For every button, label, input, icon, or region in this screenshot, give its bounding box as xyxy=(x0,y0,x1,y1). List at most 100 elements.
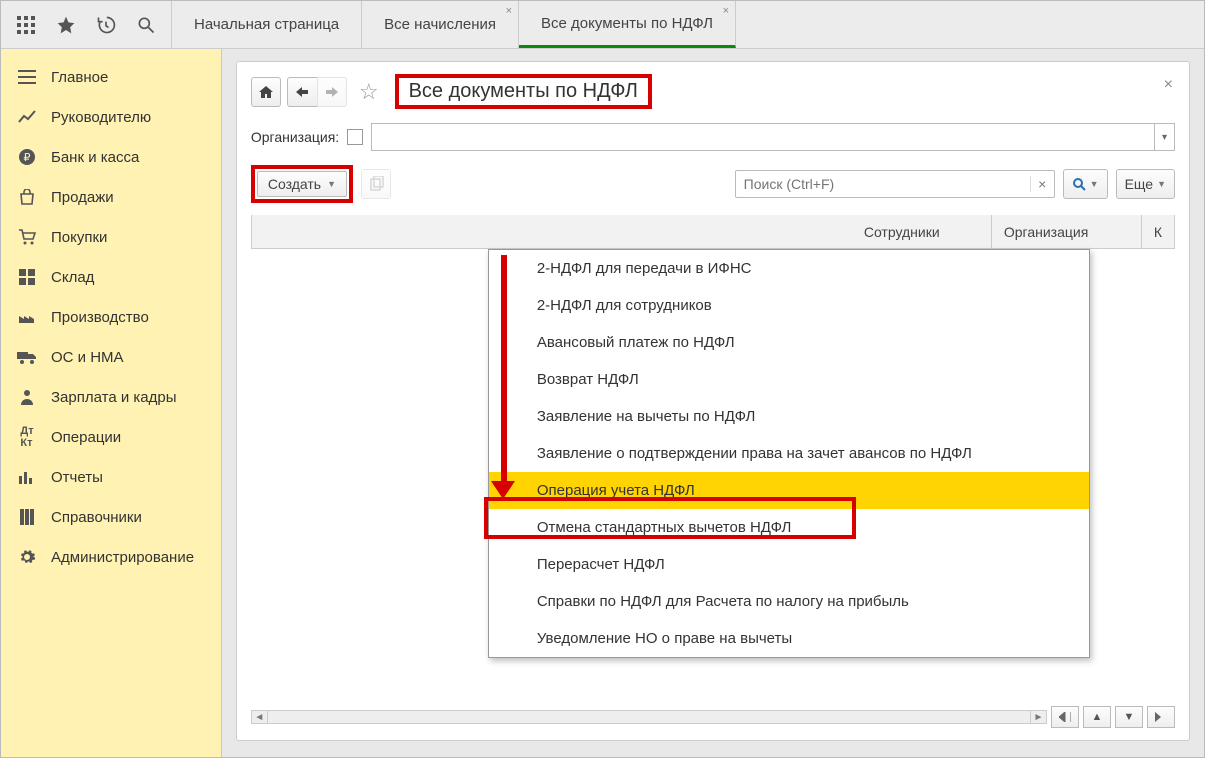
close-icon[interactable]: × xyxy=(723,5,729,17)
clear-icon[interactable]: × xyxy=(1030,176,1054,192)
sidebar-item-main[interactable]: Главное xyxy=(1,57,221,97)
org-row: Организация: ▾ xyxy=(251,123,1175,151)
page-up-button[interactable]: ▲ xyxy=(1083,706,1111,728)
page-last-button[interactable] xyxy=(1147,706,1175,728)
tab-start[interactable]: Начальная страница xyxy=(172,1,362,48)
sidebar-item-label: Справочники xyxy=(51,509,142,526)
sidebar-item-purchases[interactable]: Покупки xyxy=(1,217,221,257)
create-highlight: Создать ▼ xyxy=(251,165,353,203)
annotation-arrow xyxy=(500,255,508,485)
sidebar-item-assets[interactable]: ОС и НМА xyxy=(1,337,221,377)
sidebar-item-catalogs[interactable]: Справочники xyxy=(1,497,221,537)
dd-item-ndfl-certs[interactable]: Справки по НДФЛ для Расчета по налогу на… xyxy=(489,583,1089,620)
home-button[interactable] xyxy=(251,77,281,107)
col-employees[interactable]: Сотрудники xyxy=(852,215,992,248)
close-panel-icon[interactable]: × xyxy=(1164,76,1173,94)
books-icon xyxy=(17,507,37,527)
dd-item-notification[interactable]: Уведомление НО о праве на вычеты xyxy=(489,620,1089,657)
cart-icon xyxy=(17,227,37,247)
nav-group xyxy=(287,77,347,107)
scroll-left-icon[interactable]: ◄ xyxy=(252,711,268,723)
back-button[interactable] xyxy=(287,77,317,107)
tab-accruals-label: Все начисления xyxy=(384,16,496,33)
sidebar-item-label: Отчеты xyxy=(51,469,103,486)
sidebar-item-label: Продажи xyxy=(51,189,114,206)
sidebar-item-label: Главное xyxy=(51,69,108,86)
copy-button[interactable] xyxy=(361,169,391,199)
sidebar: Главное Руководителю ₽ Банк и касса Прод… xyxy=(1,49,222,757)
favorite-icon[interactable]: ☆ xyxy=(359,79,379,105)
sidebar-item-label: Администрирование xyxy=(51,549,194,566)
tab-accruals[interactable]: Все начисления × xyxy=(362,1,519,48)
menu-icon xyxy=(17,67,37,87)
tab-all-docs[interactable]: Все документы по НДФЛ × xyxy=(519,1,736,48)
ruble-icon: ₽ xyxy=(17,147,37,167)
org-checkbox[interactable] xyxy=(347,129,363,145)
dd-item-2ndfl-employees[interactable]: 2-НДФЛ для сотрудников xyxy=(489,287,1089,324)
org-label: Организация: xyxy=(251,129,339,145)
dd-item-operation-ndfl[interactable]: Операция учета НДФЛ xyxy=(489,472,1089,509)
create-dropdown: 2-НДФЛ для передачи в ИФНС 2-НДФЛ для со… xyxy=(488,249,1090,658)
org-field[interactable]: ▾ xyxy=(371,123,1175,151)
chevron-down-icon: ▼ xyxy=(1090,179,1099,189)
tab-start-label: Начальная страница xyxy=(194,16,339,33)
page-first-button[interactable] xyxy=(1051,706,1079,728)
col-k[interactable]: К xyxy=(1142,215,1174,248)
sidebar-item-admin[interactable]: Администрирование xyxy=(1,537,221,577)
sidebar-item-label: Операции xyxy=(51,429,121,446)
chevron-down-icon[interactable]: ▾ xyxy=(1154,124,1174,150)
forward-button[interactable] xyxy=(317,77,347,107)
sidebar-item-operations[interactable]: ДтКт Операции xyxy=(1,417,221,457)
sidebar-item-label: Производство xyxy=(51,309,149,326)
gear-icon xyxy=(17,547,37,567)
bars-icon xyxy=(17,467,37,487)
dd-item-deduction-request[interactable]: Заявление на вычеты по НДФЛ xyxy=(489,398,1089,435)
topbar: Начальная страница Все начисления × Все … xyxy=(1,1,1204,49)
person-icon xyxy=(17,387,37,407)
history-icon[interactable] xyxy=(95,14,117,36)
boxes-icon xyxy=(17,267,37,287)
create-label: Создать xyxy=(268,176,321,192)
chevron-down-icon: ▼ xyxy=(327,179,336,189)
dd-item-recalc-ndfl[interactable]: Перерасчет НДФЛ xyxy=(489,546,1089,583)
sidebar-item-reports[interactable]: Отчеты xyxy=(1,457,221,497)
operations-icon: ДтКт xyxy=(17,427,37,447)
topbar-quick-icons xyxy=(1,1,172,48)
scroll-right-icon[interactable]: ► xyxy=(1030,711,1046,723)
factory-icon xyxy=(17,307,37,327)
dd-item-return-ndfl[interactable]: Возврат НДФЛ xyxy=(489,361,1089,398)
sidebar-item-label: Руководителю xyxy=(51,109,151,126)
col-org[interactable]: Организация xyxy=(992,215,1142,248)
page-down-button[interactable]: ▼ xyxy=(1115,706,1143,728)
dd-item-confirm-advance[interactable]: Заявление о подтверждении права на зачет… xyxy=(489,435,1089,472)
dd-item-advance-ndfl[interactable]: Авансовый платеж по НДФЛ xyxy=(489,324,1089,361)
star-icon[interactable] xyxy=(55,14,77,36)
search-box: × xyxy=(735,170,1055,198)
sidebar-item-salary[interactable]: Зарплата и кадры xyxy=(1,377,221,417)
apps-icon[interactable] xyxy=(15,14,37,36)
close-icon[interactable]: × xyxy=(506,5,512,17)
sidebar-item-bank[interactable]: ₽ Банк и касса xyxy=(1,137,221,177)
panel-toolbar: ☆ Все документы по НДФЛ xyxy=(251,74,1175,109)
dd-item-cancel-deductions[interactable]: Отмена стандартных вычетов НДФЛ xyxy=(489,509,1089,546)
search-input[interactable] xyxy=(736,176,1030,192)
dd-item-2ndfl-ifns[interactable]: 2-НДФЛ для передачи в ИФНС xyxy=(489,250,1089,287)
sidebar-item-label: Склад xyxy=(51,269,94,286)
search-icon[interactable] xyxy=(135,14,157,36)
create-button[interactable]: Создать ▼ xyxy=(257,171,347,197)
tabs: Начальная страница Все начисления × Все … xyxy=(172,1,736,48)
bag-icon xyxy=(17,187,37,207)
sidebar-item-warehouse[interactable]: Склад xyxy=(1,257,221,297)
sidebar-item-production[interactable]: Производство xyxy=(1,297,221,337)
more-label: Еще xyxy=(1125,176,1154,192)
sidebar-item-label: Зарплата и кадры xyxy=(51,389,177,406)
search-run-button[interactable]: ▼ xyxy=(1063,169,1108,199)
sidebar-item-label: ОС и НМА xyxy=(51,349,124,366)
table-header: Сотрудники Организация К xyxy=(251,215,1175,249)
sidebar-item-manager[interactable]: Руководителю xyxy=(1,97,221,137)
tab-all-docs-label: Все документы по НДФЛ xyxy=(541,15,713,32)
sidebar-item-sales[interactable]: Продажи xyxy=(1,177,221,217)
horizontal-scrollbar[interactable]: ◄ ► xyxy=(251,710,1047,724)
more-button[interactable]: Еще ▼ xyxy=(1116,169,1175,199)
main: Главное Руководителю ₽ Банк и касса Прод… xyxy=(1,49,1204,757)
